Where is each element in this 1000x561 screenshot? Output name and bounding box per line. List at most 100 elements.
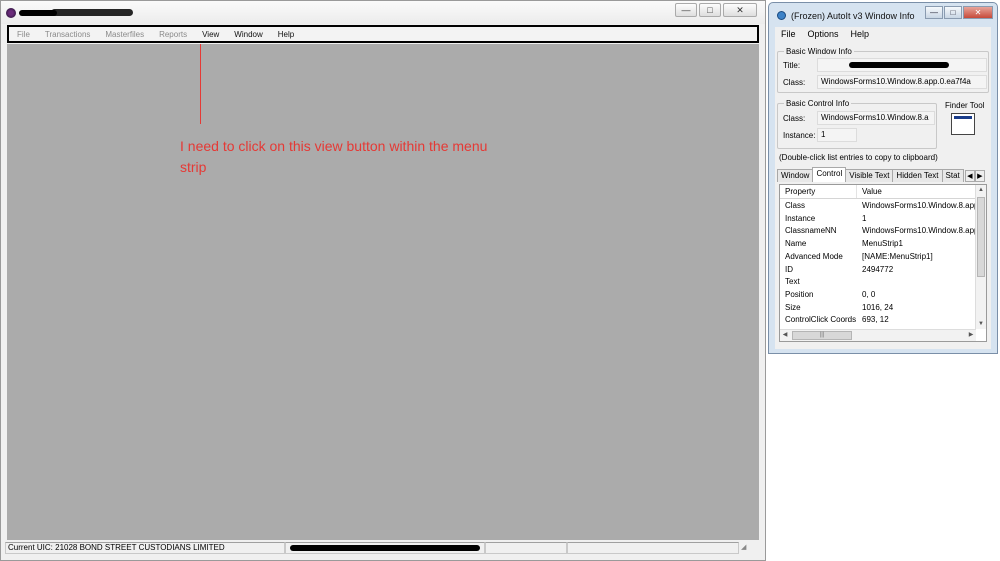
status-cell-3	[485, 542, 567, 554]
list-header: Property Value	[780, 185, 976, 199]
column-property[interactable]: Property	[780, 185, 857, 198]
autoit-window-info: (Frozen) AutoIt v3 Window Info — □ ✕ Fil…	[768, 2, 998, 354]
autoit-titlebar[interactable]: (Frozen) AutoIt v3 Window Info — □ ✕	[769, 3, 997, 27]
list-item[interactable]: Class WindowsForms10.Window.8.app.0.ea7f4…	[780, 200, 976, 213]
property-name: Size	[785, 302, 801, 312]
autoit-minimize-button[interactable]: —	[925, 6, 943, 19]
basic-control-info-label: Basic Control Info	[784, 99, 852, 108]
list-item[interactable]: Advanced Mode [NAME:MenuStrip1]	[780, 251, 976, 264]
tab-scroll-right-icon[interactable]: ▶	[974, 170, 985, 182]
window-class-label: Class:	[783, 78, 806, 87]
basic-control-info-group: Basic Control Info	[777, 99, 937, 149]
menu-help[interactable]: Help	[278, 30, 294, 39]
list-item[interactable]: Size 1016, 24	[780, 302, 976, 315]
property-name: Text	[785, 277, 800, 287]
list-item[interactable]: Name MenuStrip1	[780, 238, 976, 251]
autoit-menubar: File Options Help	[775, 29, 869, 41]
menu-file[interactable]: File	[17, 30, 30, 39]
minimize-button[interactable]: —	[675, 3, 697, 17]
clipboard-hint: (Double-click list entries to copy to cl…	[779, 153, 938, 162]
status-uic: Current UIC: 21028 BOND STREET CUSTODIAN…	[5, 542, 285, 554]
vertical-scroll-thumb[interactable]	[977, 197, 985, 277]
autoit-menu-help[interactable]: Help	[851, 29, 870, 41]
property-name: ID	[785, 264, 793, 274]
scroll-down-icon[interactable]: ▼	[976, 319, 986, 329]
list-item[interactable]: Text	[780, 276, 976, 289]
status-cell-4	[567, 542, 739, 554]
property-value	[857, 276, 976, 289]
scroll-up-icon[interactable]: ▲	[976, 185, 986, 195]
list-item[interactable]: Instance 1	[780, 213, 976, 226]
redacted-status	[290, 545, 480, 551]
app-icon	[6, 8, 16, 18]
control-class-field[interactable]: WindowsForms10.Window.8.a	[817, 111, 935, 125]
app-titlebar[interactable]: — □ ✕	[1, 1, 765, 24]
tab-visible-text[interactable]: Visible Text	[845, 169, 894, 182]
status-bar: Current UIC: 21028 BOND STREET CUSTODIAN…	[5, 541, 761, 555]
properties-list: Property Value Class WindowsForms10.Windo…	[779, 184, 987, 342]
finder-tool-label: Finder Tool	[945, 101, 985, 110]
property-value: 1016, 24	[862, 302, 894, 312]
close-button[interactable]: ✕	[723, 3, 757, 17]
horizontal-scrollbar[interactable]: ◀ ||| ▶	[780, 329, 976, 341]
property-value: MenuStrip1	[862, 239, 903, 249]
redacted-window-title	[849, 62, 949, 68]
list-item[interactable]: ControlClick Coords 693, 12	[780, 314, 976, 327]
horizontal-scroll-thumb[interactable]: |||	[792, 331, 852, 340]
tab-status[interactable]: Stat	[941, 169, 964, 182]
scroll-right-icon[interactable]: ▶	[966, 330, 976, 341]
autoit-maximize-button[interactable]: □	[944, 6, 962, 19]
menu-window[interactable]: Window	[234, 30, 262, 39]
resize-grip-icon[interactable]: ◢	[741, 543, 751, 553]
list-item[interactable]: Position 0, 0	[780, 289, 976, 302]
control-instance-field[interactable]: 1	[817, 128, 857, 142]
menu-strip: File Transactions Masterfiles Reports Vi…	[7, 25, 759, 43]
tab-window[interactable]: Window	[777, 169, 814, 182]
info-tabs: Window Control Visible Text Hidden Text …	[777, 167, 985, 182]
property-name: ControlClick Coords	[785, 315, 857, 325]
menu-reports[interactable]: Reports	[159, 30, 187, 39]
maximize-button[interactable]: □	[699, 3, 721, 17]
tab-control[interactable]: Control	[812, 167, 847, 182]
menu-view[interactable]: View	[202, 30, 219, 39]
column-value[interactable]: Value	[857, 185, 976, 198]
mdi-client-area	[7, 44, 759, 540]
property-name: Position	[785, 289, 814, 299]
tab-scroll-buttons: ◀ ▶	[964, 170, 985, 182]
property-value: 2494772	[862, 264, 894, 274]
annotation-arrow	[200, 44, 201, 124]
menu-masterfiles[interactable]: Masterfiles	[105, 30, 144, 39]
finder-tool-icon[interactable]	[951, 113, 975, 135]
property-value: WindowsForms10.Window.8.app.0.ea7f4a	[862, 201, 976, 210]
autoit-menu-options[interactable]: Options	[808, 29, 839, 41]
redacted-title-2	[51, 9, 133, 16]
autoit-close-button[interactable]: ✕	[963, 6, 993, 19]
autoit-icon	[777, 11, 786, 20]
autoit-menu-file[interactable]: File	[781, 29, 796, 41]
property-name: Instance	[785, 213, 816, 223]
tab-scroll-left-icon[interactable]: ◀	[964, 170, 975, 182]
property-name: ClassnameNN	[785, 226, 837, 236]
property-value: 0, 0	[862, 289, 876, 299]
property-value: [NAME:MenuStrip1]	[862, 251, 933, 261]
scroll-left-icon[interactable]: ◀	[780, 330, 790, 341]
vertical-scrollbar[interactable]: ▲ ▼	[975, 185, 986, 329]
list-item[interactable]: ClassnameNN WindowsForms10.Window.8.app.0…	[780, 225, 976, 238]
property-value: 1	[862, 213, 867, 223]
control-instance-label: Instance:	[783, 131, 816, 140]
list-item[interactable]: ID 2494772	[780, 264, 976, 277]
property-name: Advanced Mode	[785, 251, 843, 261]
menu-transactions[interactable]: Transactions	[45, 30, 91, 39]
property-name: Name	[785, 239, 807, 249]
window-class-field[interactable]: WindowsForms10.Window.8.app.0.ea7f4a	[817, 75, 987, 89]
main-app-window: — □ ✕ File Transactions Masterfiles Repo…	[0, 0, 766, 561]
tab-hidden-text[interactable]: Hidden Text	[892, 169, 943, 182]
basic-window-info-label: Basic Window Info	[784, 47, 854, 56]
autoit-body: File Options Help Basic Window Info Titl…	[775, 27, 991, 349]
property-name: Class	[785, 201, 806, 210]
property-value: 693, 12	[862, 315, 889, 325]
autoit-window-controls: — □ ✕	[925, 6, 993, 19]
autoit-title: (Frozen) AutoIt v3 Window Info	[791, 11, 915, 21]
property-value: WindowsForms10.Window.8.app.0.ea7f4a	[862, 226, 976, 236]
annotation-text: I need to click on this view button with…	[180, 138, 488, 175]
